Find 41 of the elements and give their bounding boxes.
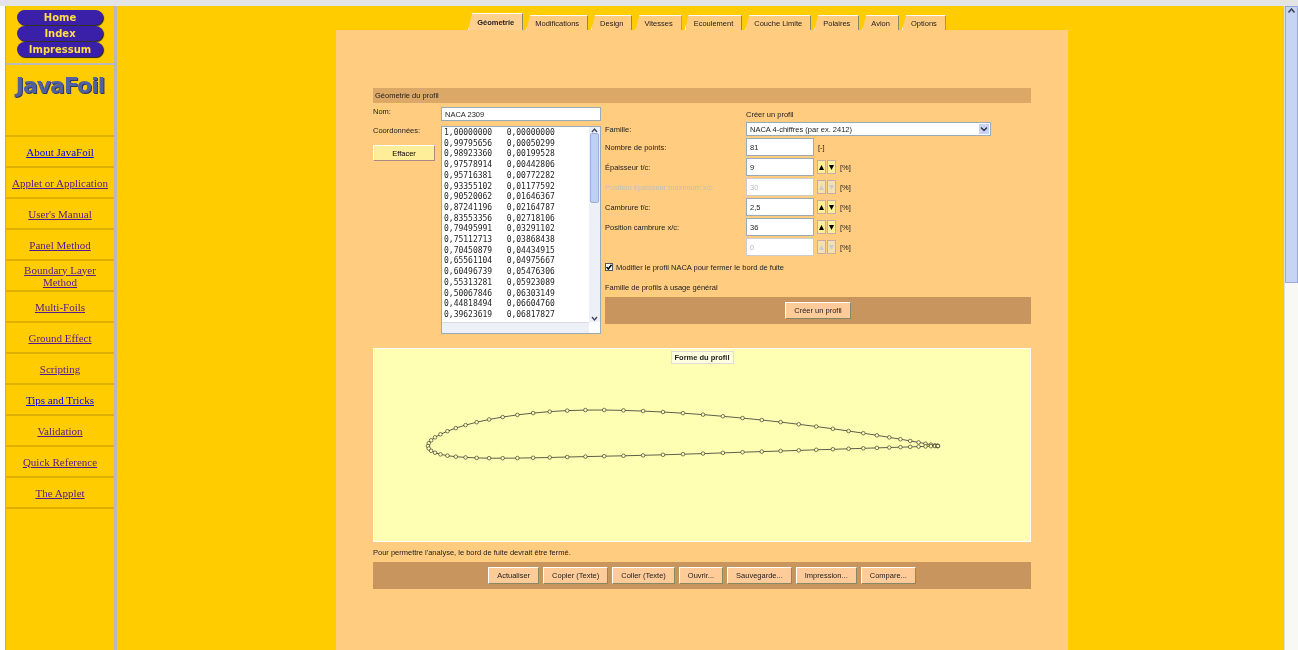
- sidebar-link[interactable]: Panel Method: [29, 238, 91, 251]
- spin-down-button[interactable]: [827, 220, 836, 234]
- coordinates-area[interactable]: 1,00000000 0,00000000 0,99795656 0,00050299 0,98923360 0,00199528 0,97578914 0,00442806 0,95716381 0,00772282 0,93355102 0,01177592 0,90520062 0,01646367 0,87241196 0,02164787 0,83553356 0,02718106 0,79495991 0,03291102 0,75112713 0,03868438 0,70450879 0,04434915 0,65561104 0,04975667 0,60496739 0,05476306 0,55313281 0,05923089 0,50067846 0,06303149 0,44818494 0,06604760 0,39623619 0,06817827: [441, 126, 601, 334]
- up-arrow-icon: [819, 224, 824, 230]
- sidebar-link[interactable]: Multi-Foils: [34, 300, 86, 313]
- sidebar-link[interactable]: Boundary Layer Method: [8, 263, 112, 288]
- spin-up-button[interactable]: [817, 220, 826, 234]
- dropdown-arrow-icon: [979, 124, 989, 134]
- spin-up-button[interactable]: [817, 200, 826, 214]
- checkbox[interactable]: [605, 263, 613, 271]
- up-arrow-icon: [819, 184, 824, 190]
- nav-button[interactable]: Index: [17, 26, 103, 41]
- sidebar-link[interactable]: About JavaFoil: [26, 145, 94, 158]
- sidebar-link[interactable]: Tips and Tricks: [25, 393, 95, 406]
- nav-button[interactable]: Impressum: [17, 42, 103, 57]
- logo: JavaFoil: [15, 73, 105, 100]
- sidebar-link[interactable]: Scripting: [39, 362, 81, 375]
- up-arrow-icon: [819, 204, 824, 210]
- sidebar-link[interactable]: Quick Reference: [22, 455, 98, 468]
- scrollbar[interactable]: [589, 127, 600, 322]
- sidebar-link[interactable]: User's Manual: [28, 207, 92, 220]
- down-arrow-icon: [829, 244, 834, 250]
- down-arrow-icon: [829, 224, 834, 230]
- sidebar-link[interactable]: Validation: [37, 424, 83, 437]
- down-arrow-icon: [829, 164, 834, 170]
- spin-up-button[interactable]: [817, 160, 826, 174]
- scroll-up-icon[interactable]: [591, 127, 598, 133]
- spin-down-button[interactable]: [827, 200, 836, 214]
- scrollbar[interactable]: [1284, 6, 1298, 650]
- spin-down-button[interactable]: [827, 160, 836, 174]
- scroll-down-icon[interactable]: [591, 316, 598, 322]
- scrollbar[interactable]: [442, 322, 589, 333]
- nav-button[interactable]: Home: [17, 10, 103, 25]
- down-arrow-icon: [829, 204, 834, 210]
- sidebar-link[interactable]: Applet or Application: [12, 176, 108, 189]
- up-arrow-icon: [819, 244, 824, 250]
- down-arrow-icon: [829, 184, 834, 190]
- sidebar-link[interactable]: The Applet: [35, 486, 85, 499]
- up-arrow-icon: [819, 164, 824, 170]
- sidebar-link[interactable]: Ground Effect: [28, 331, 92, 344]
- scroll-up-icon[interactable]: [1287, 7, 1296, 14]
